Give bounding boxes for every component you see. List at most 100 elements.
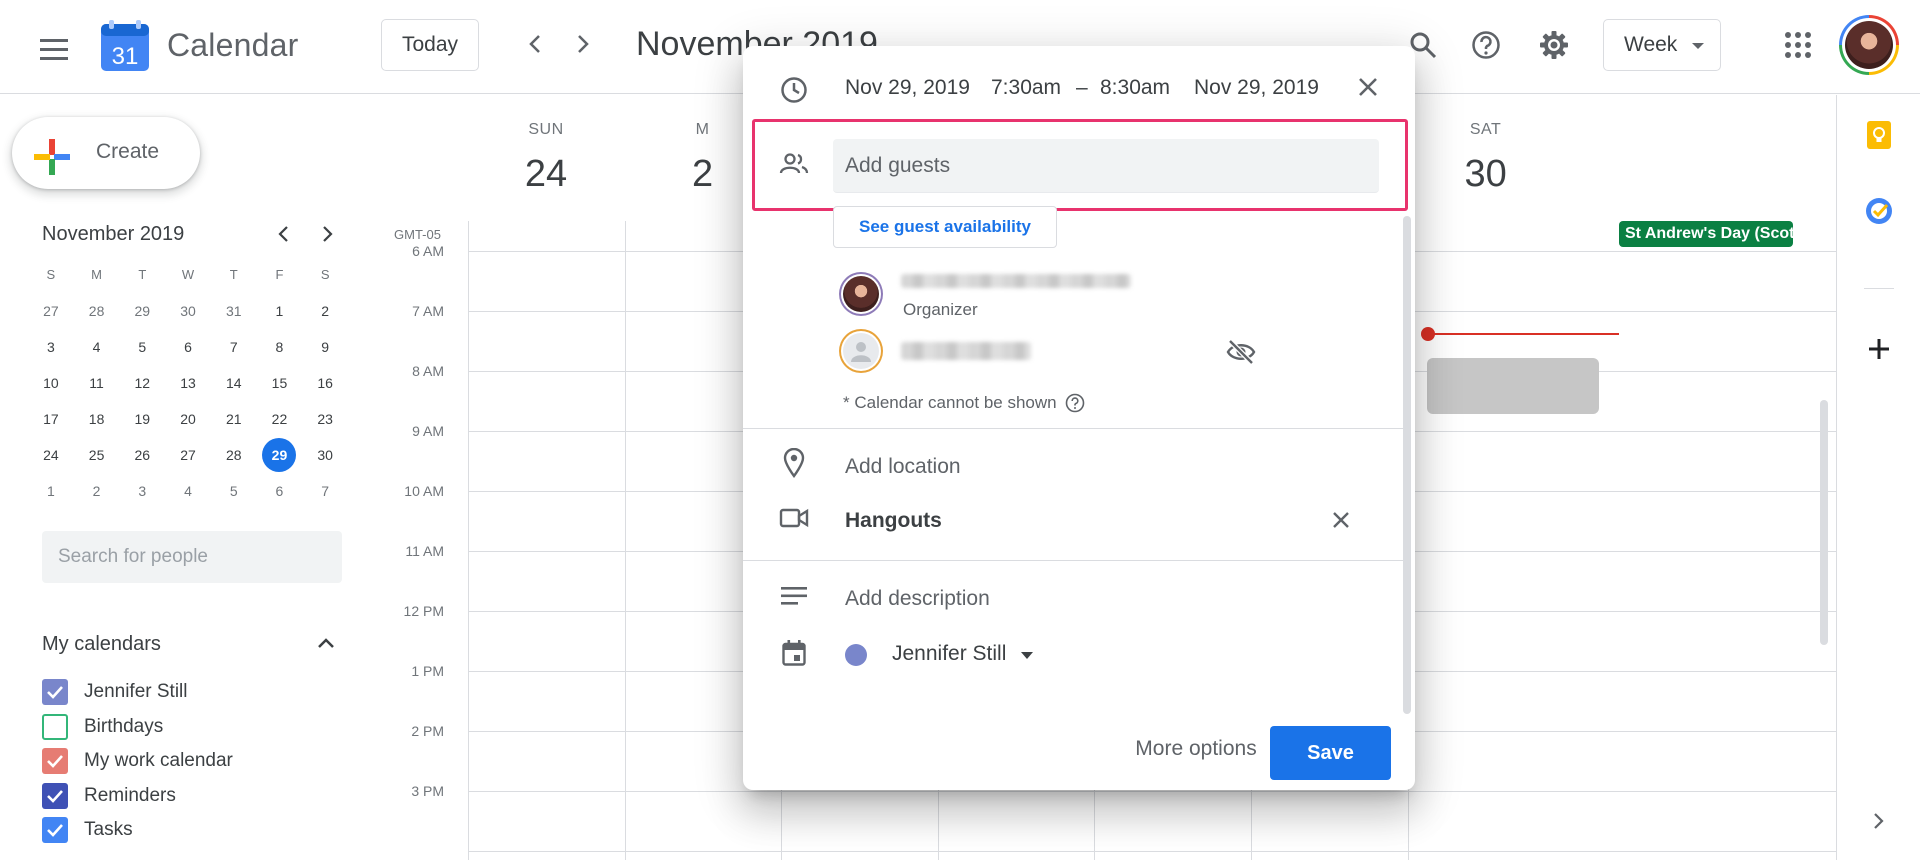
mini-calendar-day[interactable]: 2: [74, 474, 120, 508]
dropdown-caret-icon[interactable]: [1021, 652, 1033, 659]
mini-calendar-day[interactable]: 18: [74, 402, 120, 436]
mini-calendar-day[interactable]: 23: [302, 402, 348, 436]
checkbox-checked[interactable]: [42, 679, 68, 705]
checkbox-checked[interactable]: [42, 817, 68, 843]
mini-calendar-day[interactable]: 3: [119, 474, 165, 508]
mini-calendar-day[interactable]: 4: [165, 474, 211, 508]
keep-button[interactable]: [1857, 113, 1901, 157]
main-menu-button[interactable]: [30, 26, 78, 74]
add-description-field[interactable]: Add description: [845, 587, 990, 611]
mini-calendar-day[interactable]: 26: [119, 438, 165, 472]
mini-calendar-day[interactable]: 28: [211, 438, 257, 472]
mini-calendar-day[interactable]: 29: [119, 294, 165, 328]
draft-event-block[interactable]: [1427, 358, 1599, 414]
day-number[interactable]: 24: [468, 153, 624, 196]
mini-calendar-day[interactable]: 30: [165, 294, 211, 328]
event-end-date[interactable]: Nov 29, 2019: [1194, 76, 1319, 100]
account-avatar[interactable]: [1839, 15, 1899, 75]
mini-calendar-day[interactable]: 2: [302, 294, 348, 328]
mini-calendar-day[interactable]: 15: [257, 366, 303, 400]
add-location-field[interactable]: Add location: [845, 455, 961, 479]
day-number[interactable]: 30: [1408, 153, 1564, 196]
mini-calendar-day[interactable]: 3: [28, 330, 74, 364]
checkbox-unchecked[interactable]: [42, 713, 68, 740]
mini-calendar-day[interactable]: 6: [257, 474, 303, 508]
calendar-list-item[interactable]: Jennifer Still: [42, 675, 188, 709]
mini-calendar-day[interactable]: 31: [211, 294, 257, 328]
mini-calendar-day[interactable]: 11: [74, 366, 120, 400]
mini-calendar-day[interactable]: 9: [302, 330, 348, 364]
checkbox-checked[interactable]: [42, 782, 68, 809]
see-guest-availability-button[interactable]: See guest availability: [833, 206, 1057, 248]
mini-calendar-week-row: 27 28 29 30 31 1 2: [28, 293, 348, 329]
event-start-date[interactable]: Nov 29, 2019: [845, 76, 970, 100]
mini-calendar-day[interactable]: 1: [257, 294, 303, 328]
google-apps-button[interactable]: [1775, 22, 1821, 68]
view-selector-dropdown[interactable]: Week: [1603, 19, 1721, 71]
search-people-input[interactable]: [42, 531, 342, 583]
save-button[interactable]: Save: [1270, 726, 1391, 780]
day-header[interactable]: SUN 24: [468, 95, 624, 221]
mini-calendar-day[interactable]: 21: [211, 402, 257, 436]
mini-calendar-day[interactable]: 27: [165, 438, 211, 472]
mini-calendar-day[interactable]: 5: [119, 330, 165, 364]
dialog-scrollbar[interactable]: [1403, 216, 1411, 714]
guest-visibility-toggle[interactable]: [1223, 336, 1259, 368]
mini-calendar-day[interactable]: 27: [28, 294, 74, 328]
calendar-list-item[interactable]: Reminders: [42, 779, 176, 813]
organizer-role-label: Organizer: [903, 300, 978, 319]
help-icon[interactable]: [1065, 393, 1085, 413]
event-end-time[interactable]: 8:30am: [1100, 76, 1170, 100]
mini-calendar-day[interactable]: 12: [119, 366, 165, 400]
checkbox-checked[interactable]: [42, 748, 68, 774]
allday-event-chip[interactable]: St Andrew's Day (Scotland): [1619, 221, 1793, 247]
tasks-button[interactable]: [1857, 189, 1901, 233]
calendar-list-item[interactable]: My work calendar: [42, 744, 233, 778]
my-calendars-header[interactable]: My calendars: [42, 633, 161, 656]
mini-calendar-day[interactable]: 16: [302, 366, 348, 400]
calendar-list-item[interactable]: Birthdays: [42, 710, 163, 744]
mini-calendar-day-selected[interactable]: 29: [257, 438, 303, 472]
mini-calendar-day[interactable]: 20: [165, 402, 211, 436]
mini-calendar-day[interactable]: 22: [257, 402, 303, 436]
mini-calendar-day[interactable]: 13: [165, 366, 211, 400]
mini-calendar-day[interactable]: 1: [28, 474, 74, 508]
previous-week-button[interactable]: [515, 24, 555, 64]
event-start-time[interactable]: 7:30am: [991, 76, 1061, 100]
day-header[interactable]: SAT 30: [1408, 95, 1564, 221]
more-options-button[interactable]: More options: [1101, 723, 1291, 775]
mini-calendar-day[interactable]: 28: [74, 294, 120, 328]
mini-calendar-day[interactable]: 14: [211, 366, 257, 400]
mini-calendar-day[interactable]: 5: [211, 474, 257, 508]
mini-calendar-day[interactable]: 7: [302, 474, 348, 508]
calendar-selector[interactable]: Jennifer Still: [892, 642, 1006, 666]
mini-calendar-day-number: 6: [275, 483, 284, 499]
mini-calendar-day[interactable]: 7: [211, 330, 257, 364]
my-calendars-collapse-button[interactable]: [312, 629, 340, 657]
calendar-list-item[interactable]: Tasks: [42, 813, 133, 847]
add-addon-button[interactable]: [1857, 327, 1901, 371]
mini-calendar-day[interactable]: 8: [257, 330, 303, 364]
mini-calendar-day[interactable]: 17: [28, 402, 74, 436]
close-dialog-button[interactable]: [1349, 68, 1387, 106]
help-button[interactable]: [1463, 22, 1509, 68]
mini-calendar-day[interactable]: 4: [74, 330, 120, 364]
hangouts-conference-link[interactable]: Hangouts: [845, 509, 942, 533]
calendar-cannot-be-shown-note: * Calendar cannot be shown: [843, 393, 1085, 413]
mini-calendar-day[interactable]: 25: [74, 438, 120, 472]
create-button[interactable]: Create: [12, 117, 200, 189]
today-button[interactable]: Today: [381, 19, 479, 71]
next-week-button[interactable]: [563, 24, 603, 64]
grid-scrollbar[interactable]: [1820, 400, 1828, 645]
mini-calendar-next-button[interactable]: [313, 219, 343, 249]
mini-calendar-day[interactable]: 30: [302, 438, 348, 472]
mini-calendar-day[interactable]: 19: [119, 402, 165, 436]
mini-calendar-day[interactable]: 24: [28, 438, 74, 472]
mini-calendar-prev-button[interactable]: [268, 219, 298, 249]
mini-calendar-day[interactable]: 6: [165, 330, 211, 364]
calendar-logo-icon[interactable]: 31: [100, 20, 150, 72]
mini-calendar-day[interactable]: 10: [28, 366, 74, 400]
settings-button[interactable]: [1531, 22, 1577, 68]
side-panel-expand-button[interactable]: [1857, 799, 1901, 843]
remove-conferencing-button[interactable]: [1323, 502, 1359, 538]
